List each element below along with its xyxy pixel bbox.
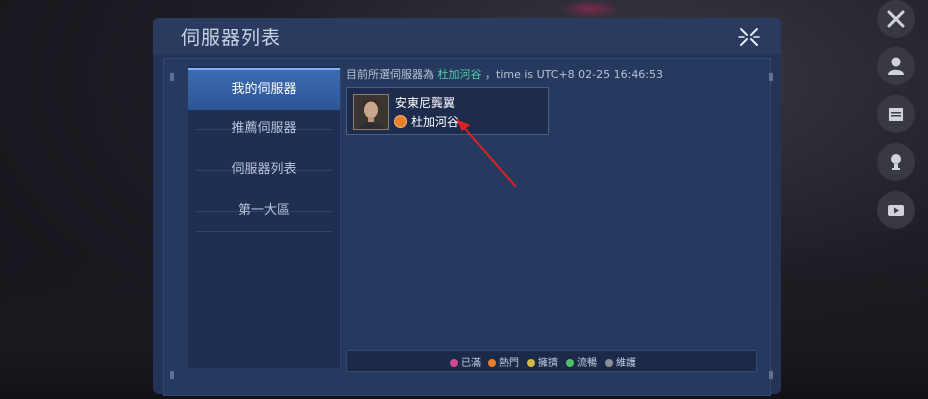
status-smooth-icon: [566, 359, 574, 367]
close-icon: [738, 28, 760, 46]
frame-tick: [769, 371, 773, 379]
status-hot-icon: [488, 359, 496, 367]
background-glow: [560, 0, 620, 18]
current-server-prefix: 目前所選伺服器為: [346, 68, 434, 81]
annotation-arrow: [456, 119, 517, 188]
dialog-title: 伺服器列表: [181, 27, 282, 49]
legend-item-maintenance: 維護: [605, 354, 636, 369]
video-icon[interactable]: [877, 191, 915, 229]
menu-item-server-list[interactable]: 伺服器列表: [188, 150, 340, 190]
legend-item-full: 已滿: [450, 354, 481, 369]
frame-tick: [170, 371, 174, 379]
user-icon[interactable]: [877, 47, 915, 85]
menu-item-region-one[interactable]: 第一大區: [188, 191, 340, 231]
legend-item-smooth: 流暢: [566, 354, 597, 369]
legend-item-hot: 熱門: [488, 354, 519, 369]
status-maintenance-icon: [605, 359, 613, 367]
server-status-legend: 已滿 熱門 擁擠 流暢 維護: [346, 350, 757, 372]
frame-tick: [769, 73, 773, 81]
status-busy-icon: [527, 359, 535, 367]
calendar-icon[interactable]: [877, 95, 915, 133]
legend-item-busy: 擁擠: [527, 354, 558, 369]
trophy-icon[interactable]: [877, 143, 915, 181]
menu-divider: [196, 231, 332, 232]
server-category-menu: 我的伺服器 推薦伺服器 伺服器列表 第一大區: [188, 66, 341, 368]
current-server-info: 目前所選伺服器為 杜加河谷 ，time is UTC+8 02-25 16:46…: [346, 66, 663, 82]
current-server-name: 杜加河谷: [437, 68, 482, 81]
frame-tick: [170, 73, 174, 81]
status-hot-icon: [394, 115, 407, 128]
dialog-title-bar: 伺服器列表: [153, 18, 781, 54]
close-button[interactable]: [737, 25, 761, 49]
server-name: 杜加河谷: [411, 115, 460, 129]
menu-item-my-servers[interactable]: 我的伺服器: [188, 68, 340, 110]
current-server-time: ，time is UTC+8 02-25 16:46:53: [485, 68, 664, 81]
character-name: 安東尼龔翼: [395, 96, 456, 110]
character-avatar: [353, 94, 389, 130]
menu-item-recommended[interactable]: 推薦伺服器: [188, 109, 340, 149]
tools-icon[interactable]: [877, 0, 915, 38]
status-full-icon: [450, 359, 458, 367]
